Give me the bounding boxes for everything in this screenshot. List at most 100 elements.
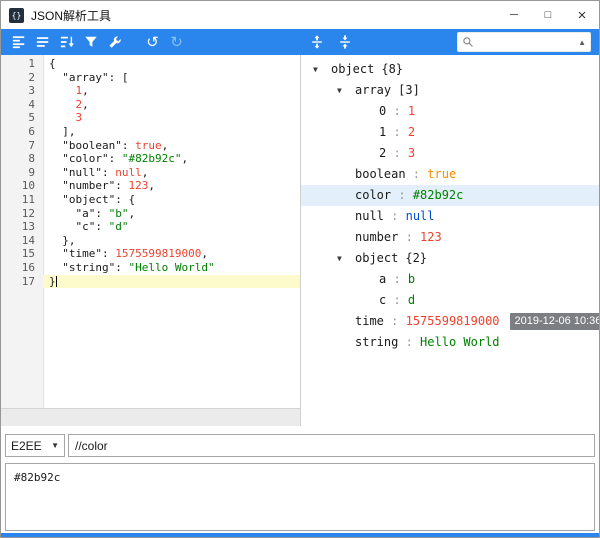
code-text: ],: [43, 125, 300, 139]
search-box[interactable]: ▲: [457, 32, 591, 52]
collapse-all-icon: [338, 35, 352, 49]
tree-field: 0: [379, 101, 386, 122]
tree-separator: :: [386, 269, 408, 290]
tree-node-count: [3]: [398, 80, 420, 101]
close-button[interactable]: ×: [565, 1, 599, 29]
tree-row[interactable]: color : #82b92c: [301, 185, 599, 206]
code-line[interactable]: 15 "time": 1575599819000,: [1, 247, 300, 261]
line-number: 8: [1, 152, 43, 166]
app-window: {} JSON解析工具 ─ □ ×: [0, 0, 600, 538]
tree-value[interactable]: d: [408, 290, 415, 311]
code-line[interactable]: 1{: [1, 57, 300, 71]
tree-separator: :: [386, 143, 408, 164]
tree-row[interactable]: c : d: [301, 290, 599, 311]
code-line[interactable]: 3 1,: [1, 84, 300, 98]
code-line[interactable]: 13 "c": "d": [1, 220, 300, 234]
code-line[interactable]: 2 "array": [: [1, 71, 300, 85]
collapse-all-button[interactable]: [335, 33, 354, 52]
code-line[interactable]: 8 "color": "#82b92c",: [1, 152, 300, 166]
code-line[interactable]: 16 "string": "Hello World": [1, 261, 300, 275]
tree-separator: :: [406, 164, 428, 185]
tree-separator: :: [391, 185, 413, 206]
tree-value[interactable]: true: [427, 164, 456, 185]
code-line[interactable]: 12 "a": "b",: [1, 207, 300, 221]
tree-field: a: [379, 269, 386, 290]
tree-row[interactable]: 0 : 1: [301, 101, 599, 122]
toolbar: ↺ ↻: [1, 29, 599, 55]
titlebar: {} JSON解析工具 ─ □ ×: [1, 1, 599, 29]
query-input[interactable]: [68, 434, 595, 457]
tree-row[interactable]: time : 15755998190002019-12-06 10:36:59:…: [301, 311, 599, 332]
tree-value[interactable]: Hello World: [420, 332, 499, 353]
collapse-toggle-icon[interactable]: ▼: [337, 80, 355, 101]
code-line[interactable]: 7 "boolean": true,: [1, 139, 300, 153]
maximize-button[interactable]: □: [531, 1, 565, 29]
code-text: 2,: [43, 98, 300, 112]
expand-all-button[interactable]: [307, 33, 326, 52]
tree-field: color: [355, 185, 391, 206]
code-line[interactable]: 11 "object": {: [1, 193, 300, 207]
search-input[interactable]: [474, 36, 578, 48]
tree-value[interactable]: 123: [420, 227, 442, 248]
query-type-select[interactable]: E2EE ▼: [5, 434, 65, 457]
code-line[interactable]: 4 2,: [1, 98, 300, 112]
tree-value[interactable]: #82b92c: [413, 185, 464, 206]
code-line[interactable]: 17}: [1, 275, 300, 289]
code-line[interactable]: 14 },: [1, 234, 300, 248]
undo-button[interactable]: ↺: [143, 33, 162, 52]
tree-value[interactable]: 2: [408, 122, 415, 143]
code-text: "string": "Hello World": [43, 261, 300, 275]
main-split: 1{2 "array": [3 1,4 2,5 36 ],7 "boolean"…: [1, 55, 599, 427]
minimize-button[interactable]: ─: [497, 1, 531, 29]
tree-value[interactable]: 1575599819000: [406, 311, 500, 332]
tree-row[interactable]: string : Hello World: [301, 332, 599, 353]
tree-row[interactable]: boolean : true: [301, 164, 599, 185]
json-code-editor[interactable]: 1{2 "array": [3 1,4 2,5 36 ],7 "boolean"…: [1, 55, 301, 426]
query-row: E2EE ▼: [5, 434, 595, 457]
repair-button[interactable]: [105, 33, 124, 52]
tree-field: time: [355, 311, 384, 332]
tree-node-count: {2}: [405, 248, 427, 269]
repair-wrench-icon: [108, 35, 122, 49]
redo-button[interactable]: ↻: [167, 33, 186, 52]
query-type-value: E2EE: [11, 439, 42, 453]
tree-row[interactable]: ▼object{2}: [301, 248, 599, 269]
format-button[interactable]: [9, 33, 28, 52]
tree-row[interactable]: 1 : 2: [301, 122, 599, 143]
tree-row[interactable]: ▼array[3]: [301, 80, 599, 101]
sort-button[interactable]: [57, 33, 76, 52]
query-section: E2EE ▼ #82b92c: [1, 426, 599, 537]
tree-value[interactable]: 3: [408, 143, 415, 164]
line-number: 3: [1, 84, 43, 98]
tree-separator: :: [386, 290, 408, 311]
tree-field: boolean: [355, 164, 406, 185]
tree-row[interactable]: number : 123: [301, 227, 599, 248]
line-number: 2: [1, 71, 43, 85]
tree-separator: :: [386, 101, 408, 122]
toolbar-center-group: [307, 29, 354, 55]
query-result-box[interactable]: #82b92c: [5, 463, 595, 531]
tree-row[interactable]: ▼object{8}: [301, 59, 599, 80]
tree-field: 1: [379, 122, 386, 143]
tree-row[interactable]: a : b: [301, 269, 599, 290]
tree-row[interactable]: 2 : 3: [301, 143, 599, 164]
tree-field: number: [355, 227, 398, 248]
search-nav-icon[interactable]: ▲: [578, 38, 586, 47]
collapse-toggle-icon[interactable]: ▼: [313, 59, 331, 80]
tree-field: object: [331, 59, 374, 80]
search-icon: [462, 36, 474, 48]
chevron-down-icon: ▼: [51, 441, 59, 450]
tree-value[interactable]: null: [406, 206, 435, 227]
tree-value[interactable]: b: [408, 269, 415, 290]
compact-button[interactable]: [33, 33, 52, 52]
line-number: 10: [1, 179, 43, 193]
collapse-toggle-icon[interactable]: ▼: [337, 248, 355, 269]
code-line[interactable]: 10 "number": 123,: [1, 179, 300, 193]
tree-row[interactable]: null : null: [301, 206, 599, 227]
code-line[interactable]: 9 "null": null,: [1, 166, 300, 180]
transform-button[interactable]: [81, 33, 100, 52]
code-line[interactable]: 6 ],: [1, 125, 300, 139]
code-line[interactable]: 5 3: [1, 111, 300, 125]
tree-value[interactable]: 1: [408, 101, 415, 122]
line-number: 12: [1, 207, 43, 221]
